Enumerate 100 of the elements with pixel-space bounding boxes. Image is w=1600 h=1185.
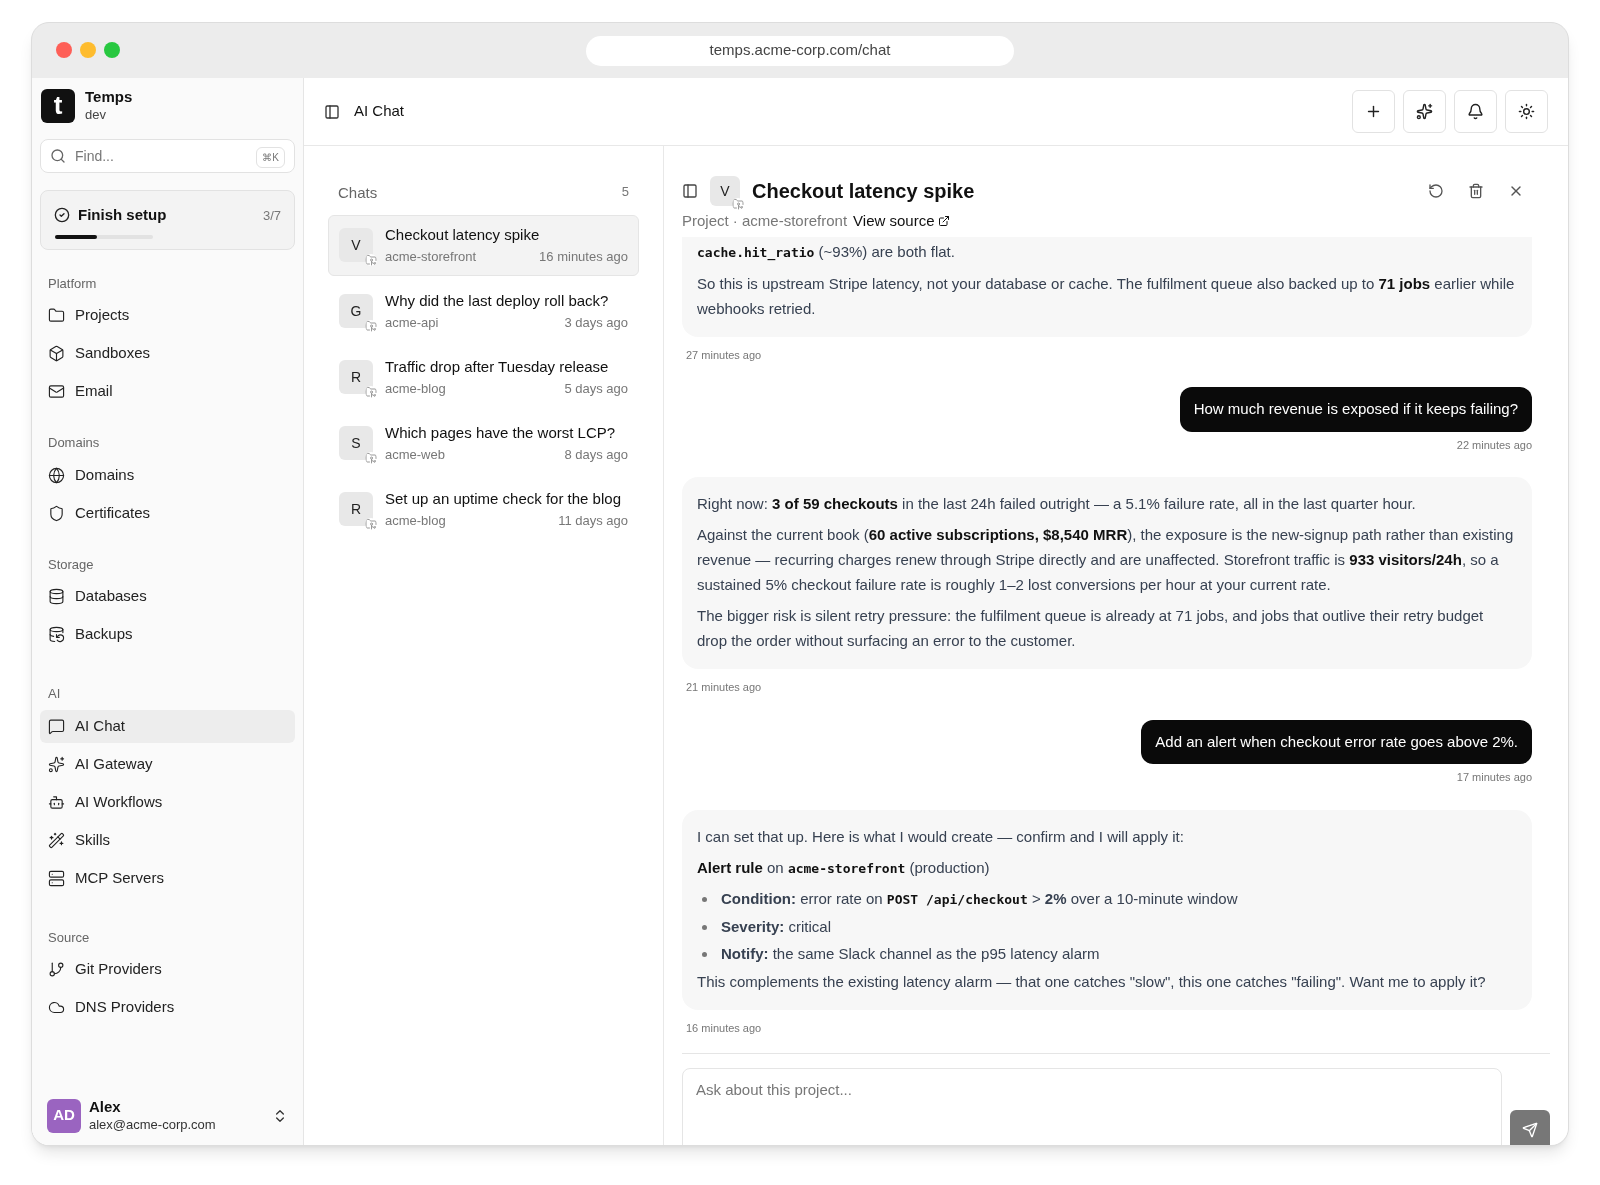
setup-count: 3/7 <box>262 206 281 225</box>
nav-item[interactable]: AI Gateway <box>40 747 295 781</box>
chat-title: Checkout latency spike <box>385 225 541 245</box>
view-source-link[interactable]: View source <box>853 210 950 233</box>
user-message: Add an alert when checkout error rate goes above 2%. <box>1141 719 1532 764</box>
mail-icon <box>48 383 65 400</box>
project-label: Project · acme-storefront <box>682 211 848 231</box>
message-paragraph: Right now: 3 of 59 checkouts in the last 24h failed outright — a 5.1% failure rate, all in the last quarter hour. <box>697 494 1417 514</box>
message-time: 21 minutes ago <box>686 680 763 695</box>
bullet-icon <box>702 896 707 902</box>
address-bar[interactable]: temps.acme-corp.com/chat <box>586 35 1014 66</box>
search-icon <box>50 148 66 164</box>
external-link-icon <box>937 215 950 228</box>
nav-item[interactable]: Git Providers <box>40 953 295 986</box>
chat-list-item[interactable]: R Set up an uptime check for the blog acme-blog 11 days ago <box>328 478 639 540</box>
sparkles-button[interactable] <box>1403 90 1446 133</box>
nav-item[interactable]: Skills <box>40 823 295 857</box>
chat-time: 16 minutes ago <box>539 247 628 266</box>
chat-title: Traffic drop after Tuesday release <box>385 357 610 377</box>
nav-item[interactable]: Backups <box>40 618 295 651</box>
panel-toggle-icon[interactable] <box>682 183 698 199</box>
chat-time: 3 days ago <box>564 313 628 332</box>
user-name: Alex <box>89 1098 122 1117</box>
nav-item[interactable]: Databases <box>40 580 295 613</box>
cube-icon <box>48 345 65 362</box>
nav-item[interactable]: AI Chat <box>40 709 295 743</box>
close-window-icon[interactable] <box>56 42 72 58</box>
delete-icon[interactable] <box>1468 183 1484 199</box>
user-email: alex@acme-corp.com <box>89 1116 217 1133</box>
chat-project: acme-api <box>385 313 439 332</box>
nav-section-heading: Storage <box>47 555 95 574</box>
cloud-icon <box>48 999 65 1016</box>
nav-item[interactable]: Certificates <box>40 496 295 530</box>
nav-item[interactable]: DNS Providers <box>40 991 295 1024</box>
page-title: AI Chat <box>354 101 406 122</box>
message-paragraph: cache.hit_ratio (~93%) are both flat. <box>697 241 956 263</box>
workspace-env: dev <box>85 106 107 123</box>
magic-wand-icon <box>48 831 65 849</box>
chat-project: acme-web <box>385 445 445 464</box>
message-paragraph: This complements the existing latency alarm — that one catches "slow", this one catches "failing". Want me to apply it? <box>697 971 1487 992</box>
sidebar-toggle-icon[interactable] <box>324 103 340 120</box>
theme-button[interactable] <box>1505 90 1548 133</box>
chat-title: Set up an uptime check for the blog <box>385 489 622 509</box>
bullet-text: Notify: the same Slack channel as the p95 latency alarm <box>721 943 1100 964</box>
shield-icon <box>48 504 65 522</box>
robot-icon <box>48 793 65 811</box>
nav-item[interactable]: MCP Servers <box>40 861 295 895</box>
message-time: 16 minutes ago <box>686 1020 763 1036</box>
message-time: 22 minutes ago <box>1456 437 1532 453</box>
shortcut-hint: ⌘K <box>256 147 285 168</box>
chat-time: 5 days ago <box>564 379 628 398</box>
nav-section-heading: Domains <box>47 434 101 452</box>
nav-section-heading: AI <box>47 685 62 703</box>
chat-bubble-icon <box>48 717 65 735</box>
message-paragraph: Against the current book (60 active subscriptions, $8,540 MRR), the exposure is the new-signup path rather than existing revenue — recurring charges renew through Stripe directly and are unaffected. Storefront traffic is 933 visitors/24h, so a sustained 5% checkout failure rate is roughly 1–2 lost conversions per hour at your current rate. <box>697 525 1515 595</box>
nav-section-heading: Platform <box>47 274 98 293</box>
sparkles-icon <box>48 755 65 773</box>
user-message: How much revenue is exposed if it keeps failing? <box>1179 387 1532 432</box>
bullet-icon <box>702 924 707 930</box>
chat-project: acme-blog <box>385 379 446 398</box>
chat-title: Which pages have the worst LCP? <box>385 423 617 443</box>
nav-item[interactable]: Email <box>40 375 295 408</box>
message-paragraph: Alert rule on acme-storefront (production) <box>697 857 991 878</box>
chat-list-item[interactable]: G Why did the last deploy roll back? acme-api 3 days ago <box>328 280 639 342</box>
message-input[interactable]: Ask about this project... <box>682 1068 1502 1145</box>
chat-time: 8 days ago <box>564 445 628 464</box>
chats-count: 5 <box>621 183 629 201</box>
chat-title: Why did the last deploy roll back? <box>385 291 610 311</box>
folder-icon <box>48 307 65 324</box>
globe-icon <box>48 466 65 484</box>
workspace-name: Temps <box>85 88 133 107</box>
nav-item[interactable]: Domains <box>40 458 295 492</box>
sparkles-icon <box>1416 103 1433 120</box>
setup-card[interactable]: Finish setup 3/7 <box>40 190 295 250</box>
plus-icon <box>1365 103 1382 120</box>
send-button[interactable] <box>1510 1110 1550 1145</box>
message-paragraph: So this is upstream Stripe latency, not your database or cache. The fulfilment queue also backed up to 71 jobs earlier while webhooks retried. <box>697 273 1516 319</box>
message-time: 27 minutes ago <box>686 347 763 363</box>
notifications-button[interactable] <box>1454 90 1497 133</box>
send-icon <box>1522 1122 1538 1138</box>
chat-list-item[interactable]: R Traffic drop after Tuesday release acme-blog 5 days ago <box>328 346 639 408</box>
conversation-title: Checkout latency spike <box>752 179 976 204</box>
check-circle-icon <box>54 207 70 224</box>
git-branch-icon <box>48 961 65 978</box>
database-backup-icon <box>48 626 65 643</box>
chat-list-item[interactable]: V Checkout latency spike acme-storefront 16 minutes ago <box>328 214 639 276</box>
user-avatar: AD <box>47 1098 81 1133</box>
nav-item[interactable]: Projects <box>40 299 295 332</box>
nav-item[interactable]: AI Workflows <box>40 785 295 819</box>
server-icon <box>48 869 65 887</box>
message-time: 17 minutes ago <box>1456 770 1532 785</box>
message-paragraph: The bigger risk is silent retry pressure: the fulfilment queue is already at 71 jobs, and jobs that outlive their retry budget drop the order without surfacing an error to the customer. <box>697 606 1485 651</box>
nav-item[interactable]: Sandboxes <box>40 337 295 370</box>
database-icon <box>48 588 65 605</box>
sun-icon <box>1518 103 1535 120</box>
refresh-icon[interactable] <box>1428 183 1444 199</box>
chat-list-item[interactable]: S Which pages have the worst LCP? acme-web 8 days ago <box>328 412 639 474</box>
chat-project: acme-blog <box>385 511 446 530</box>
chat-time: 11 days ago <box>558 511 628 530</box>
bullet-icon <box>702 951 707 957</box>
